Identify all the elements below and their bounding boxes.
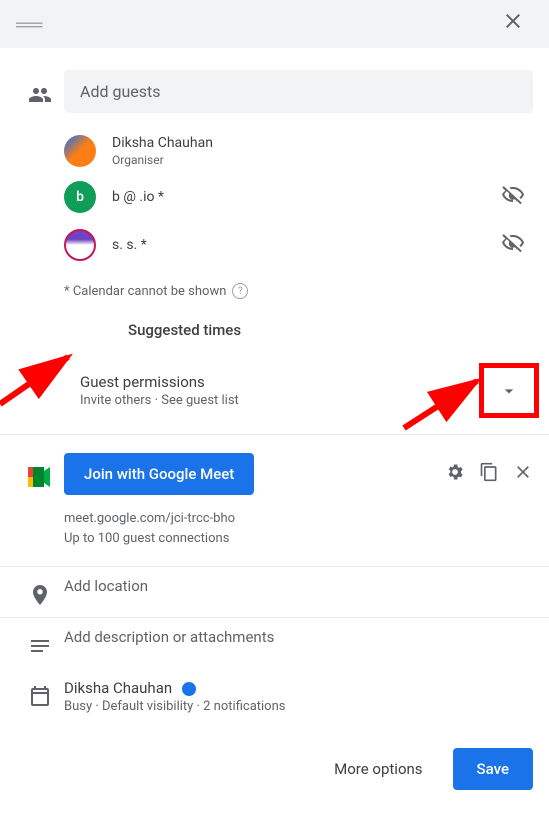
gear-icon xyxy=(445,462,465,482)
visibility-off-icon xyxy=(501,183,525,207)
calendar-note-text: * Calendar cannot be shown xyxy=(64,284,226,299)
avatar xyxy=(64,135,96,167)
location-icon xyxy=(16,577,64,607)
guest-item-organiser: Diksha Chauhan Organiser xyxy=(64,129,533,173)
guest-item: s. s. * xyxy=(64,221,533,269)
more-options-button[interactable]: More options xyxy=(320,750,436,788)
visibility-off-icon xyxy=(501,231,525,255)
help-icon[interactable]: ? xyxy=(232,283,248,299)
description-placeholder: Add description or attachments xyxy=(64,628,533,646)
description-row[interactable]: Add description or attachments xyxy=(0,618,549,668)
notes-icon xyxy=(16,628,64,658)
close-icon xyxy=(501,9,525,33)
guest-name: b @ .io * xyxy=(112,189,493,205)
copy-icon xyxy=(479,462,499,482)
suggested-times-link[interactable]: Suggested times xyxy=(0,307,549,353)
dialog-header: ══ xyxy=(0,0,549,48)
avatar xyxy=(64,229,96,261)
guest-name: s. s. * xyxy=(112,237,493,253)
dialog-footer: More options Save xyxy=(0,724,549,806)
close-icon xyxy=(513,462,533,482)
save-button[interactable]: Save xyxy=(453,748,533,790)
meet-settings-button[interactable] xyxy=(445,462,465,487)
calendar-icon xyxy=(16,678,64,708)
meet-url: meet.google.com/jci-trcc-bho xyxy=(64,509,533,529)
owner-name: Diksha Chauhan xyxy=(64,679,172,697)
join-meet-button[interactable]: Join with Google Meet xyxy=(64,453,254,495)
close-button[interactable] xyxy=(493,1,533,47)
drag-handle-icon[interactable]: ══ xyxy=(16,12,40,37)
calendar-color-dot xyxy=(182,682,196,696)
people-icon xyxy=(16,77,64,107)
owner-sub: Busy · Default visibility · 2 notificati… xyxy=(64,699,533,714)
meet-info: meet.google.com/jci-trcc-bho Up to 100 g… xyxy=(0,503,549,566)
meet-capacity: Up to 100 guest connections xyxy=(64,529,533,549)
permissions-sub: Invite others · See guest list xyxy=(80,393,479,408)
guest-name: Diksha Chauhan xyxy=(112,135,533,151)
meet-section: Join with Google Meet xyxy=(0,435,549,503)
guest-list: Diksha Chauhan Organiser b b @ .io * s. … xyxy=(0,121,549,269)
guests-section xyxy=(0,58,549,121)
guest-item: b b @ .io * xyxy=(64,173,533,221)
guest-permissions-row: Guest permissions Invite others · See gu… xyxy=(0,353,549,434)
visibility-off-button[interactable] xyxy=(493,227,533,263)
guest-role: Organiser xyxy=(112,153,533,167)
expand-permissions-button[interactable] xyxy=(479,363,539,418)
location-placeholder: Add location xyxy=(64,577,533,595)
calendar-note: * Calendar cannot be shown ? xyxy=(0,269,549,307)
meet-remove-button[interactable] xyxy=(513,462,533,487)
add-guests-input[interactable] xyxy=(64,70,533,113)
meet-icon xyxy=(16,461,64,487)
calendar-owner-row[interactable]: Diksha Chauhan Busy · Default visibility… xyxy=(0,668,549,724)
location-row[interactable]: Add location xyxy=(0,567,549,617)
avatar: b xyxy=(64,181,96,213)
visibility-off-button[interactable] xyxy=(493,179,533,215)
permissions-title: Guest permissions xyxy=(80,373,479,391)
meet-copy-button[interactable] xyxy=(479,462,499,487)
chevron-down-icon xyxy=(499,381,519,401)
